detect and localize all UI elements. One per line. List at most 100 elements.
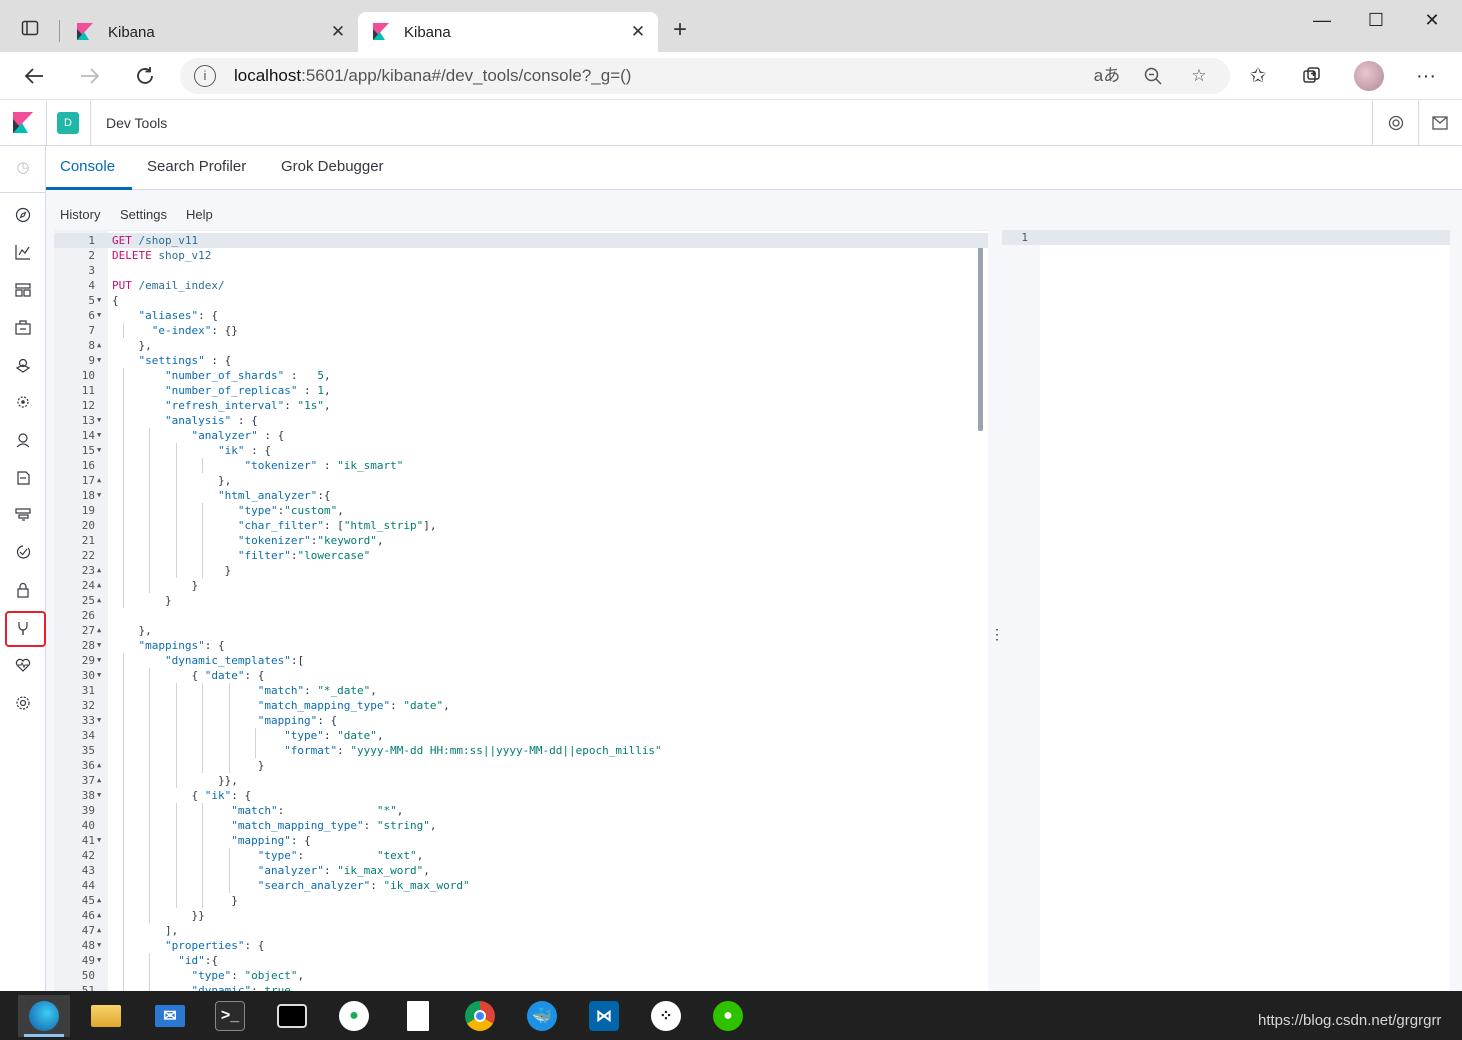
browser-tab-1[interactable]: Kibana ✕ [62, 12, 358, 52]
unfold-marker-icon[interactable]: ▲ [97, 473, 105, 488]
unfold-marker-icon[interactable]: ▲ [97, 773, 105, 788]
maximize-button[interactable]: ☐ [1356, 8, 1396, 32]
code-line[interactable]: 10 "number_of_shards" : 5, [54, 368, 988, 383]
infrastructure-icon[interactable] [11, 428, 35, 452]
taskbar-mongodb[interactable]: ● [328, 995, 380, 1037]
code-line[interactable]: 12 "refresh_interval": "1s", [54, 398, 988, 413]
add-favorite-icon[interactable]: ☆ [1184, 58, 1214, 94]
taskbar-davinci[interactable]: ⁘ [640, 995, 692, 1037]
unfold-marker-icon[interactable]: ▲ [97, 593, 105, 608]
taskbar-wechat[interactable]: ● [702, 995, 754, 1037]
code-line[interactable]: 27 ▲ }, [54, 623, 988, 638]
fold-toggle-icon[interactable]: ▼ [97, 308, 105, 323]
tab-grok-debugger[interactable]: Grok Debugger [281, 158, 384, 175]
unfold-marker-icon[interactable]: ▲ [97, 893, 105, 908]
code-line[interactable]: 25 ▲ } [54, 593, 988, 608]
code-line[interactable]: 4 PUT /email_index/ [54, 278, 988, 293]
fold-toggle-icon[interactable]: ▼ [97, 428, 105, 443]
code-line[interactable]: 47 ▲ ], [54, 923, 988, 938]
fold-toggle-icon[interactable]: ▼ [97, 413, 105, 428]
unfold-marker-icon[interactable]: ▲ [97, 578, 105, 593]
fold-toggle-icon[interactable]: ▼ [97, 293, 105, 308]
fold-toggle-icon[interactable]: ▼ [97, 353, 105, 368]
fold-toggle-icon[interactable]: ▼ [97, 668, 105, 683]
code-line[interactable]: 6 ▼ "aliases": { [54, 308, 988, 323]
fold-toggle-icon[interactable]: ▼ [97, 713, 105, 728]
code-line[interactable]: 17 ▲ }, [54, 473, 988, 488]
taskbar-cmd[interactable] [266, 995, 318, 1037]
taskbar-chrome[interactable] [454, 995, 506, 1037]
code-line[interactable]: 39 "match": "*", [54, 803, 988, 818]
code-line[interactable]: 5 ▼ { [54, 293, 988, 308]
favorites-icon[interactable]: ✩ [1242, 60, 1274, 92]
code-line[interactable]: 14 ▼ "analyzer" : { [54, 428, 988, 443]
code-line[interactable]: 49 ▼ "id":{ [54, 953, 988, 968]
code-line[interactable]: 40 "match_mapping_type": "string", [54, 818, 988, 833]
taskbar-vscode[interactable]: ⋈ [578, 995, 630, 1037]
taskbar-mail[interactable]: ✉ [144, 995, 196, 1037]
unfold-marker-icon[interactable]: ▲ [97, 923, 105, 938]
discover-compass-icon[interactable] [11, 203, 35, 227]
code-line[interactable]: 22 "filter":"lowercase" [54, 548, 988, 563]
unfold-marker-icon[interactable]: ▲ [97, 338, 105, 353]
code-line[interactable]: 24 ▲ } [54, 578, 988, 593]
tab-search-profiler[interactable]: Search Profiler [147, 158, 246, 175]
browser-tab-2[interactable]: Kibana ✕ [358, 12, 658, 52]
close-tab-icon[interactable]: ✕ [328, 22, 348, 42]
profile-avatar[interactable] [1354, 61, 1384, 91]
newsfeed-mail-icon[interactable] [1430, 113, 1450, 133]
code-line[interactable]: 34 "type": "date", [54, 728, 988, 743]
code-line[interactable]: 8 ▲ }, [54, 338, 988, 353]
code-line[interactable]: 48 ▼ "properties": { [54, 938, 988, 953]
fold-toggle-icon[interactable]: ▼ [97, 653, 105, 668]
code-line[interactable]: 30 ▼ { "date": { [54, 668, 988, 683]
monitoring-heartbeat-icon[interactable] [11, 653, 35, 677]
visualize-chart-icon[interactable] [11, 240, 35, 264]
code-line[interactable]: 18 ▼ "html_analyzer":{ [54, 488, 988, 503]
code-line[interactable]: 37 ▲ }}, [54, 773, 988, 788]
tab-actions-icon[interactable] [12, 14, 48, 42]
code-line[interactable]: 16 "tokenizer" : "ik_smart" [54, 458, 988, 473]
code-line[interactable]: 41 ▼ "mapping": { [54, 833, 988, 848]
fold-toggle-icon[interactable]: ▼ [97, 638, 105, 653]
code-line[interactable]: 38 ▼ { "ik": { [54, 788, 988, 803]
code-line[interactable]: 45 ▲ } [54, 893, 988, 908]
unfold-marker-icon[interactable]: ▲ [97, 623, 105, 638]
code-line[interactable]: 36 ▲ } [54, 758, 988, 773]
code-line[interactable]: 50 "type": "object", [54, 968, 988, 983]
code-line[interactable]: 46 ▲ }} [54, 908, 988, 923]
code-line[interactable]: 26 [54, 608, 988, 623]
unfold-marker-icon[interactable]: ▲ [97, 563, 105, 578]
code-line[interactable]: 11 "number_of_replicas" : 1, [54, 383, 988, 398]
apm-icon[interactable] [11, 503, 35, 527]
fold-toggle-icon[interactable]: ▼ [97, 488, 105, 503]
code-line[interactable]: 51 "dynamic": true [54, 983, 988, 991]
close-window-button[interactable]: ✕ [1412, 8, 1452, 32]
fold-toggle-icon[interactable]: ▼ [97, 443, 105, 458]
code-line[interactable]: 15 ▼ "ik" : { [54, 443, 988, 458]
unfold-marker-icon[interactable]: ▲ [97, 908, 105, 923]
zoom-icon[interactable] [1138, 58, 1168, 94]
code-line[interactable]: 3 [54, 263, 988, 278]
forward-arrow-icon[interactable] [74, 60, 106, 92]
machine-learning-icon[interactable] [11, 390, 35, 414]
help-menu[interactable]: Help [186, 207, 213, 222]
space-avatar[interactable]: D [57, 112, 79, 134]
code-line[interactable]: 33 ▼ "mapping": { [54, 713, 988, 728]
uptime-icon[interactable] [11, 540, 35, 564]
fold-toggle-icon[interactable]: ▼ [97, 788, 105, 803]
code-line[interactable]: 19 "type":"custom", [54, 503, 988, 518]
code-line[interactable]: 23 ▲ } [54, 563, 988, 578]
code-line[interactable]: 20 "char_filter": ["html_strip"], [54, 518, 988, 533]
address-bar[interactable]: i localhost:5601/app/kibana#/dev_tools/c… [180, 58, 1230, 94]
code-line[interactable]: 9 ▼ "settings" : { [54, 353, 988, 368]
code-line[interactable]: 35 "format": "yyyy-MM-dd HH:mm:ss||yyyy-… [54, 743, 988, 758]
fold-toggle-icon[interactable]: ▼ [97, 833, 105, 848]
code-line[interactable]: 1 GET /shop_v11 [54, 233, 988, 248]
close-tab-icon[interactable]: ✕ [628, 22, 648, 42]
code-line[interactable]: 31 "match": "*_date", [54, 683, 988, 698]
settings-menu[interactable]: Settings [120, 207, 167, 222]
code-line[interactable]: 43 "analyzer": "ik_max_word", [54, 863, 988, 878]
taskbar-terminal[interactable]: >_ [204, 995, 256, 1037]
fold-toggle-icon[interactable]: ▼ [97, 953, 105, 968]
